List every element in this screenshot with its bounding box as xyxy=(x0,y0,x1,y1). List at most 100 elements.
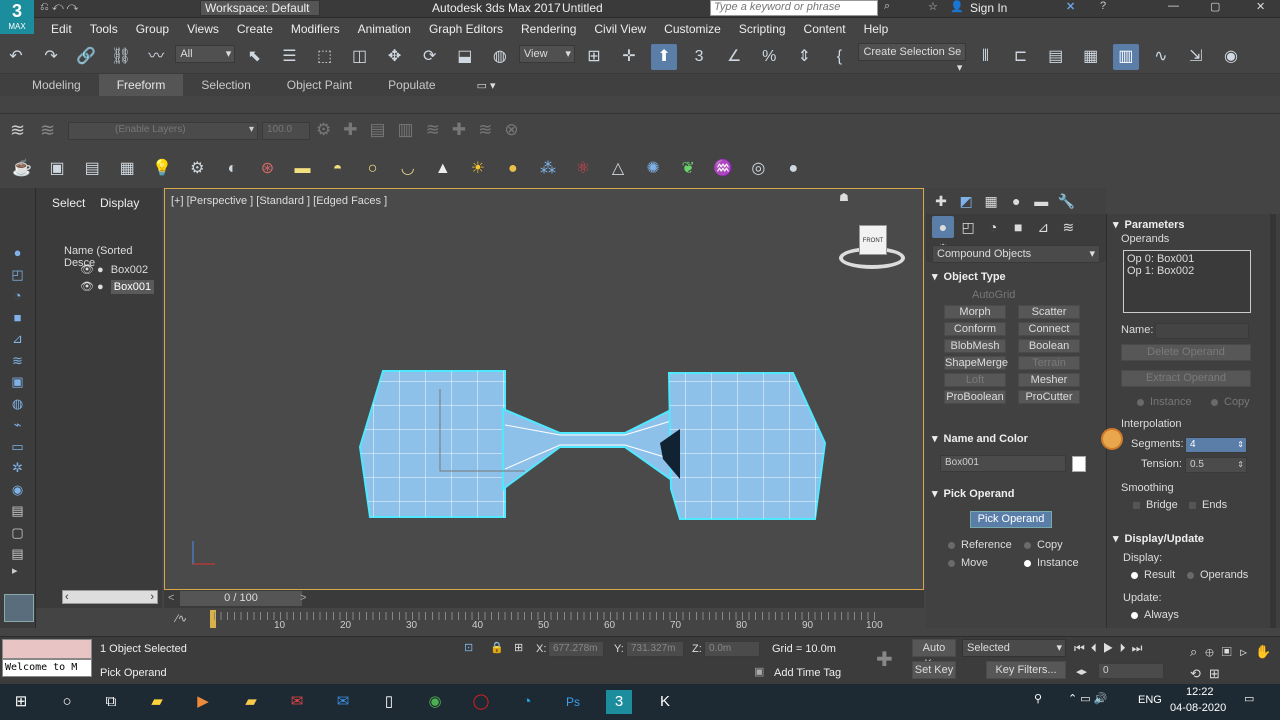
category-dropdown[interactable]: Compound Objects ▾ xyxy=(932,245,1100,263)
y-coord-field[interactable]: 731.327m xyxy=(626,641,684,657)
binoculars-icon[interactable]: ⌕ xyxy=(884,0,890,13)
motion-tab-icon[interactable]: ● xyxy=(1005,190,1027,212)
menu-civil-view[interactable]: Civil View xyxy=(585,18,655,40)
select-manipulate-icon[interactable]: ✛ xyxy=(616,44,642,70)
image-icon[interactable]: ▣ xyxy=(44,156,70,182)
mail-icon[interactable]: ✉ xyxy=(330,690,356,714)
window-crossing-icon[interactable]: ◫ xyxy=(347,44,373,70)
rollout-header[interactable]: ▾ Parameters xyxy=(1113,218,1280,231)
geometry-icon[interactable]: ● xyxy=(932,216,954,238)
scatter-button[interactable]: Scatter xyxy=(1018,305,1080,319)
rollout-header[interactable]: ▾ Pick Operand xyxy=(932,487,1100,500)
box-light-icon[interactable]: ▬ xyxy=(290,156,316,182)
menu-customize[interactable]: Customize xyxy=(655,18,730,40)
3dsmax-task-icon[interactable]: 3 xyxy=(606,690,632,714)
align-icon[interactable]: ⊏ xyxy=(1008,44,1034,70)
toggle-ribbon-icon[interactable]: ▥ xyxy=(1112,44,1139,70)
set-key-button[interactable]: Set Key xyxy=(912,661,956,679)
undo-mini-icon[interactable]: ⎌ ↶ ↷ xyxy=(40,1,78,14)
prev-key-icon[interactable]: ⏴ xyxy=(1091,641,1103,655)
mirror-icon[interactable]: ⫴ xyxy=(973,44,999,70)
layers-icon[interactable]: ≋ xyxy=(10,120,25,141)
app-k-icon[interactable]: K xyxy=(652,690,678,714)
display-helpers-icon[interactable]: ⊿ xyxy=(0,328,35,350)
doc-icon[interactable]: ▤ xyxy=(0,543,35,565)
orbit-icon[interactable]: ⟲ xyxy=(1190,666,1209,681)
segments-spinner[interactable]: 4 ⇕ xyxy=(1185,437,1247,453)
selection-filter-dropdown[interactable]: All ▾ xyxy=(175,45,236,63)
viewcube-face[interactable]: FRONT xyxy=(859,225,887,255)
page-icon[interactable]: ▢ xyxy=(0,522,35,544)
menu-help[interactable]: Help xyxy=(855,18,898,40)
pick-operand-button[interactable]: Pick Operand xyxy=(970,511,1052,528)
next-frame-icon[interactable]: > xyxy=(300,592,306,604)
joint-icon[interactable]: ⚙ xyxy=(184,156,210,182)
maximize-button[interactable]: ▢ xyxy=(1210,0,1220,13)
absolute-mode-icon[interactable]: ⊞ xyxy=(514,641,523,654)
sky-icon[interactable]: ● xyxy=(500,156,526,182)
create-tab-icon[interactable]: ✚ xyxy=(930,190,952,212)
file-explorer-icon[interactable]: ▰ xyxy=(238,690,264,714)
clock-date[interactable]: 04-08-2020 xyxy=(1170,702,1226,714)
triangle-icon[interactable]: △ xyxy=(605,156,631,182)
keyboard-shortcut-override-icon[interactable]: ⬆ xyxy=(651,44,678,70)
select-by-name-icon[interactable]: ☰ xyxy=(276,44,302,70)
utilities-tab-icon[interactable]: 🔧 xyxy=(1055,190,1077,212)
add-time-tag[interactable]: Add Time Tag xyxy=(774,667,841,679)
tab-select[interactable]: Select xyxy=(52,196,85,210)
maximize-viewport-icon[interactable]: ⊞ xyxy=(1209,666,1228,681)
eye-icon[interactable]: 👁 xyxy=(80,264,94,276)
key-mode-toggle-icon[interactable]: ◂▸ xyxy=(1076,665,1087,678)
next-key-icon[interactable]: ⏵ xyxy=(1120,641,1132,655)
operand-name-input[interactable] xyxy=(1155,323,1249,339)
spacewarps-icon[interactable]: ≋ xyxy=(1057,216,1079,238)
layer-list-icon[interactable]: ▦ xyxy=(1078,44,1104,70)
dome-light-icon[interactable]: ◓ xyxy=(325,156,351,182)
play-icon[interactable]: ▶ xyxy=(1103,641,1120,655)
zoom-all-icon[interactable]: ⊕ xyxy=(1205,644,1221,659)
extract-operand-button[interactable]: Extract Operand xyxy=(1121,370,1251,387)
sphere-icon[interactable]: ◐ xyxy=(219,156,245,182)
ribbon-options-icon[interactable]: ▭ ▾ xyxy=(477,80,496,92)
time-tag-icon[interactable]: ▣ xyxy=(754,665,764,678)
plant-icon[interactable]: ❦ xyxy=(675,156,701,182)
film-icon[interactable]: ⊛ xyxy=(254,156,280,182)
workspace-dropdown[interactable]: Workspace: Default ▾ xyxy=(200,0,320,28)
result-radio[interactable]: Result xyxy=(1131,569,1175,581)
hair-icon[interactable]: ♒ xyxy=(710,156,736,182)
box002-mesh[interactable] xyxy=(660,372,827,520)
spot-light-icon[interactable]: ▲ xyxy=(430,156,456,182)
operands-list[interactable]: Op 0: Box001 Op 1: Box002 xyxy=(1123,250,1251,313)
home-icon[interactable]: ☗ xyxy=(839,191,849,204)
extract-instance-radio[interactable]: Instance xyxy=(1137,396,1192,408)
menu-tools[interactable]: Tools xyxy=(81,18,127,40)
delete-operand-button[interactable]: Delete Operand xyxy=(1121,344,1251,361)
display-tab-icon[interactable]: ▬ xyxy=(1030,190,1052,212)
named-selection-dropdown[interactable]: Create Selection Se ▾ xyxy=(858,43,967,74)
box001-mesh[interactable] xyxy=(358,370,506,518)
time-slider-thumb[interactable]: 0 / 100 xyxy=(180,591,302,606)
clock-time[interactable]: 12:22 xyxy=(1186,686,1214,698)
windows-start-icon[interactable]: ⊞ xyxy=(8,690,34,714)
zoom-icon[interactable]: ⌕ xyxy=(1190,644,1205,659)
move-radio[interactable]: Move xyxy=(948,557,988,569)
spinner-arrows-icon[interactable]: ⇕ xyxy=(1237,458,1244,472)
link-icon[interactable]: 🔗 xyxy=(73,44,99,70)
zoom-extents-icon[interactable]: ▣ xyxy=(1222,644,1240,659)
task-view-icon[interactable]: ⧉ xyxy=(98,690,124,714)
star-icon[interactable]: ☆ xyxy=(928,0,938,13)
scroll-left-icon[interactable]: ‹ xyxy=(63,591,69,603)
tension-spinner[interactable]: 0.5 ⇕ xyxy=(1185,457,1247,473)
prev-frame-icon[interactable]: < xyxy=(168,592,174,604)
document-icon[interactable]: ▯ xyxy=(376,690,402,714)
bind-spacewarp-icon[interactable]: 〰 xyxy=(143,44,169,70)
boolean-button[interactable]: Boolean xyxy=(1018,339,1080,353)
menu-create[interactable]: Create xyxy=(228,18,282,40)
maxscript-output[interactable]: Welcome to M xyxy=(2,659,92,677)
search-input[interactable]: Type a keyword or phrase xyxy=(710,0,878,16)
fov-icon[interactable]: ⊳ xyxy=(1240,644,1256,659)
hierarchy-tab-icon[interactable]: ▦ xyxy=(980,190,1002,212)
user-icon[interactable]: 👤 xyxy=(950,0,964,13)
display-containers-icon[interactable]: ▭ xyxy=(0,436,35,458)
key-icon[interactable]: ✚ xyxy=(876,647,893,672)
